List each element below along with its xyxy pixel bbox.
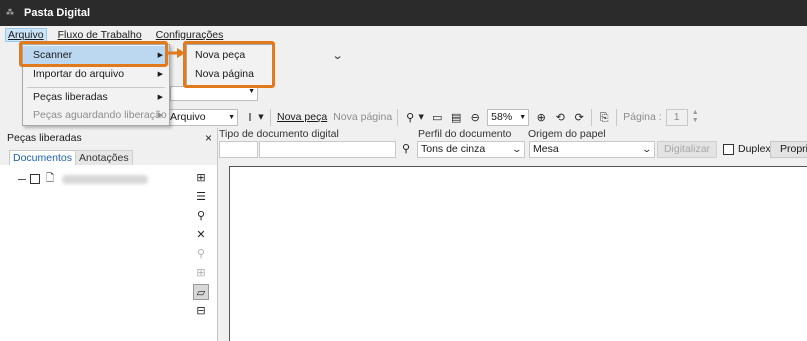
toolbar-small-dropdown[interactable]: ▼: [170, 86, 258, 101]
close-icon[interactable]: ×: [205, 128, 212, 148]
submenu-arrow-icon: ▶: [157, 112, 163, 119]
rotate-left-icon[interactable]: ⟲: [553, 109, 567, 126]
more-options-icon[interactable]: ⊟: [193, 303, 209, 319]
submenu-arrow-icon: ▶: [157, 94, 163, 101]
add-disabled-icon[interactable]: ⊞: [193, 265, 209, 281]
scanner-highlight-box: [19, 41, 168, 67]
window-title: Pasta Digital: [24, 7, 91, 19]
source-combo-value: Arquivo: [170, 110, 206, 123]
source-combo[interactable]: Arquivo ▼: [166, 108, 238, 126]
caret-down-icon: ▼: [519, 113, 527, 121]
caret-down-icon[interactable]: ▼: [257, 109, 265, 126]
tipo-label: Tipo de documento digital: [219, 128, 339, 140]
pecas-liberadas-panel: Peças liberadas × Documentos Anotações 🗋…: [0, 128, 218, 341]
page-spinner[interactable]: ▲ ▼: [692, 109, 699, 125]
zoom-value: 58%: [491, 110, 513, 123]
caret-down-icon: ▼: [228, 113, 235, 121]
scan-form-fields: ⚲ Tons de cinza ⌄ Mesa ⌄ Digitalizar Dup…: [219, 141, 807, 158]
chevron-down-icon: ⌄: [511, 145, 523, 155]
page-number-input[interactable]: 1: [665, 108, 688, 126]
zoom-combo[interactable]: 58% ▼: [487, 108, 530, 126]
document-viewer[interactable]: [229, 166, 807, 341]
highlight-arrow-icon: [165, 48, 185, 58]
scan-form-labels: Tipo de documento digital Perfil do docu…: [219, 128, 807, 141]
chevron-down-icon[interactable]: ⌄: [332, 49, 344, 62]
zoom-in-icon[interactable]: ⊕: [534, 109, 548, 126]
panel-side-toolbar: ⊞ ☰ ⚲ ✕ ⚲ ⊞ ▱ ⊟: [193, 170, 211, 322]
menu-item-importar[interactable]: Importar do arquivo ▶: [23, 65, 169, 84]
zoom-out-icon[interactable]: ⊖: [468, 109, 482, 126]
submenu-highlight-box: [183, 41, 275, 88]
search-icon[interactable]: ⚲: [403, 109, 417, 126]
app-icon: ⁂: [6, 8, 14, 17]
caret-down-icon[interactable]: ▼: [417, 109, 425, 126]
page-search-icon[interactable]: ⎘: [597, 109, 611, 126]
nova-peca-button[interactable]: Nova peça: [277, 109, 327, 126]
perfil-label: Perfil do documento: [418, 128, 512, 140]
origem-select[interactable]: Mesa ⌄: [529, 141, 655, 158]
list-view-icon[interactable]: ☰: [193, 189, 209, 205]
origem-value: Mesa: [533, 143, 559, 155]
page-label: Página :: [623, 110, 662, 123]
tipo-description-input[interactable]: [259, 141, 396, 158]
search-icon[interactable]: ⚲: [402, 142, 410, 155]
caret-down-icon: ▼: [248, 88, 255, 95]
tree-item[interactable]: 🗋: [18, 172, 149, 186]
find-document-icon[interactable]: ⚲: [193, 208, 209, 224]
menu-fluxo-de-trabalho[interactable]: Fluxo de Trabalho: [56, 29, 144, 41]
duplex-label: Duplex: [738, 143, 771, 155]
document-toolbar: Arquivo ▼ I ▼ Nova peça Nova página ⚲ ▼ …: [166, 106, 699, 128]
fit-page-icon[interactable]: ▤: [449, 109, 463, 126]
chevron-down-icon: ⌄: [641, 145, 653, 155]
perfil-select[interactable]: Tons de cinza ⌄: [417, 141, 525, 158]
disabled-search-icon[interactable]: ⚲: [193, 246, 209, 262]
panel-tabs: Documentos Anotações: [0, 148, 217, 165]
tipo-code-input[interactable]: [219, 141, 258, 158]
nova-pagina-button[interactable]: Nova página: [333, 109, 392, 126]
panel-title: Peças liberadas: [7, 132, 82, 144]
toolbar-separator: [397, 108, 399, 126]
rotate-right-icon[interactable]: ⟳: [572, 109, 586, 126]
toolbar-separator: [591, 108, 593, 126]
fit-width-icon[interactable]: ▭: [430, 109, 444, 126]
menu-arquivo[interactable]: Arquivo: [5, 28, 47, 42]
menu-item-label: Peças aguardando liberação: [33, 109, 167, 121]
remove-document-icon[interactable]: ✕: [193, 227, 209, 243]
document-icon: 🗋: [46, 172, 55, 184]
menu-item-pecas-aguardando[interactable]: Peças aguardando liberação ▶: [23, 106, 169, 125]
submenu-arrow-icon: ▶: [157, 71, 163, 78]
annotation-icon[interactable]: ▱: [193, 284, 209, 300]
redacted-document-name: [62, 174, 149, 184]
text-cursor-icon[interactable]: I: [243, 109, 257, 126]
tree-connector: [18, 178, 26, 180]
tree-checkbox[interactable]: [30, 174, 40, 184]
toolbar-separator: [616, 108, 618, 126]
duplex-checkbox[interactable]: Duplex: [723, 143, 771, 155]
propriedades-button[interactable]: Propri: [770, 141, 807, 158]
menu-item-pecas-liberadas[interactable]: Peças liberadas ▶: [23, 88, 169, 107]
origem-label: Origem do papel: [528, 128, 606, 140]
tab-documentos[interactable]: Documentos: [9, 150, 76, 165]
menu-item-label: Importar do arquivo: [33, 68, 125, 80]
toolbar-separator: [270, 108, 271, 126]
digitalizar-button[interactable]: Digitalizar: [657, 141, 717, 158]
checkbox-icon: [723, 143, 734, 155]
tree-view-icon[interactable]: ⊞: [193, 170, 209, 186]
menu-item-label: Peças liberadas: [33, 91, 108, 103]
perfil-value: Tons de cinza: [421, 143, 486, 155]
panel-header: Peças liberadas ×: [0, 128, 217, 148]
menu-configuracoes[interactable]: Configurações: [154, 29, 226, 41]
title-bar: ⁂ Pasta Digital: [0, 0, 807, 26]
tab-anotacoes[interactable]: Anotações: [75, 150, 133, 165]
